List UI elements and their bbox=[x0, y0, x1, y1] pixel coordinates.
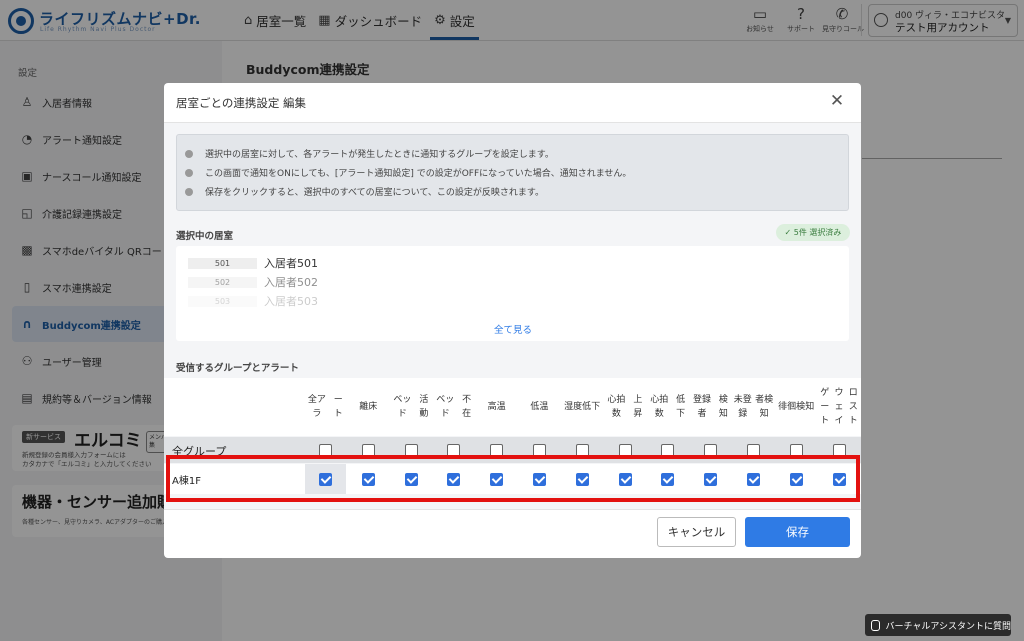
selected-count-badge: ✓ 5件 選択済み bbox=[776, 224, 850, 241]
room-name: 入居者502 bbox=[264, 276, 318, 289]
column-header: ベッド 活動 bbox=[393, 395, 429, 419]
cancel-button[interactable]: キャンセル bbox=[657, 517, 736, 547]
divider bbox=[164, 509, 861, 510]
column-header: 湿度低下 bbox=[564, 402, 601, 412]
modal-body: 選択中の居室に対して、各アラートが発生したときに通知するグループを設定します。 … bbox=[164, 123, 861, 509]
table-header: 全アラ ート 離床 ベッド 活動 ベッド 不在 高温 低温 湿度低下心拍数 上昇 心拍数 低下 登録者 検知… bbox=[164, 378, 861, 436]
info-text: 保存をクリックすると、選択中のすべての居室について、この設定が反映されます。 bbox=[205, 188, 545, 198]
virtual-assistant-button[interactable]: バーチャルアシスタントに質問 bbox=[865, 614, 1011, 636]
room-code: 502 bbox=[188, 276, 257, 288]
highlight-frame bbox=[166, 455, 860, 502]
modal-title: 居室ごとの連携設定 編集 bbox=[176, 96, 307, 110]
selected-rooms-label: 選択中の居室 bbox=[176, 231, 234, 242]
groups-alerts-label: 受信するグループとアラート bbox=[176, 363, 299, 374]
column-header: ベッド 不在 bbox=[436, 395, 472, 419]
info-item: 選択中の居室に対して、各アラートが発生したときに通知するグループを設定します。 bbox=[185, 147, 554, 160]
room-code: 503 bbox=[188, 295, 257, 307]
badge-text: 5件 選択済み bbox=[793, 228, 842, 237]
info-text: この画面で通知をONにしても、[アラート通知設定] での設定がOFFになっていた… bbox=[205, 169, 632, 179]
info-item: 保存をクリックすると、選択中のすべての居室について、この設定が反映されます。 bbox=[185, 185, 544, 198]
bullet-icon bbox=[185, 149, 193, 158]
column-header: 徘徊検知 bbox=[778, 402, 815, 412]
info-text: 選択中の居室に対して、各アラートが発生したときに通知するグループを設定します。 bbox=[205, 150, 554, 160]
column-header: 低温 bbox=[530, 402, 549, 412]
column-header: 離床 bbox=[359, 402, 378, 412]
view-all-link[interactable]: 全て見る bbox=[476, 322, 550, 336]
assistant-label: バーチャルアシスタントに質問 bbox=[885, 621, 1011, 632]
info-box: 選択中の居室に対して、各アラートが発生したときに通知するグループを設定します。 … bbox=[176, 134, 849, 211]
list-item: 501 入居者501 bbox=[188, 256, 318, 270]
bullet-icon bbox=[185, 168, 193, 177]
room-name: 入居者503 bbox=[264, 295, 318, 308]
list-item: 502 入居者502 bbox=[188, 275, 318, 289]
column-header: 高温 bbox=[487, 402, 506, 412]
room-name: 入居者501 bbox=[264, 257, 318, 270]
selected-rooms-list: 501 入居者501 502 入居者502 503 入居者503 全て見る bbox=[176, 246, 849, 341]
column-header: 未登録 者検知 bbox=[733, 395, 774, 419]
column-header: 心拍数 上昇 bbox=[607, 395, 643, 419]
column-header: 登録者 検知 bbox=[693, 395, 728, 419]
bullet-icon bbox=[185, 187, 193, 196]
column-header: ゲート ウェイ ロスト bbox=[820, 388, 858, 426]
column-header: 全アラ ート bbox=[307, 395, 343, 419]
info-item: この画面で通知をONにしても、[アラート通知設定] での設定がOFFになっていた… bbox=[185, 166, 631, 179]
list-item: 503 入居者503 bbox=[188, 294, 318, 308]
close-icon[interactable]: ✕ bbox=[828, 92, 846, 110]
check-icon: ✓ bbox=[784, 228, 794, 237]
save-button[interactable]: 保存 bbox=[745, 517, 850, 547]
column-header: 心拍数 低下 bbox=[650, 395, 686, 419]
room-code: 501 bbox=[188, 257, 257, 269]
robot-icon bbox=[871, 619, 881, 631]
